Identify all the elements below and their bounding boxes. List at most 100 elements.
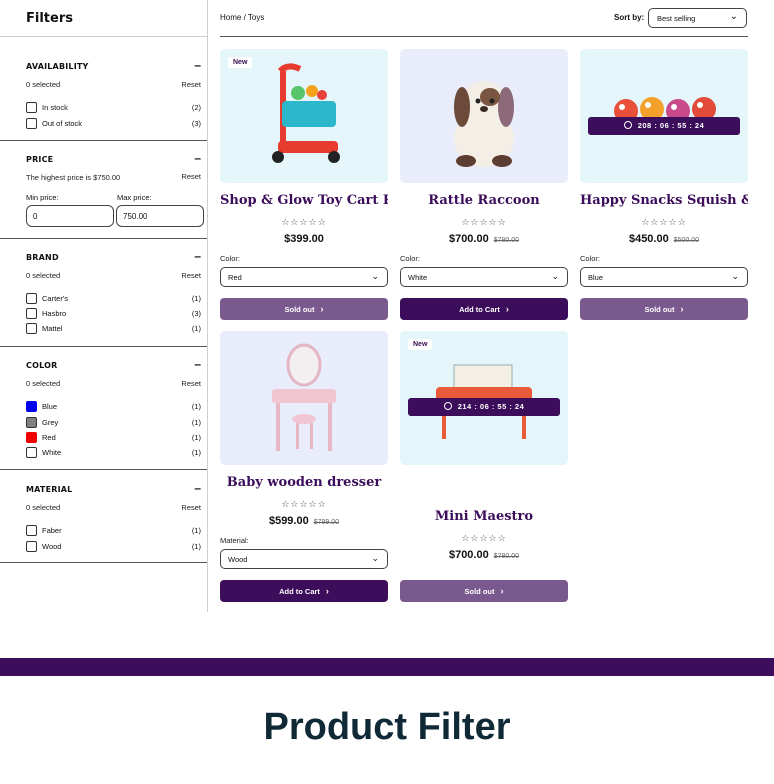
- collapse-material-icon[interactable]: –: [194, 482, 201, 494]
- new-badge: New: [408, 339, 433, 350]
- collapse-availability-icon[interactable]: –: [194, 59, 201, 71]
- clock-icon: [623, 121, 632, 129]
- product-image-wooden-dresser[interactable]: [220, 331, 388, 465]
- breadcrumb[interactable]: Home / Toys: [220, 13, 264, 22]
- availability-selected-count: 0 selected: [26, 80, 61, 89]
- button-label: Sold out: [284, 305, 315, 314]
- filters-sidebar: Filters AVAILABILITY – 0 selected Reset …: [0, 0, 208, 612]
- color-option-grey[interactable]: Grey (1): [26, 417, 201, 429]
- product-image-rattle-raccoon[interactable]: [400, 49, 568, 183]
- product-name[interactable]: Baby wooden dresser: [220, 475, 388, 490]
- divider: [0, 238, 207, 239]
- plush-dog-image: [454, 81, 514, 167]
- rating-stars: ☆☆☆☆☆: [281, 499, 327, 509]
- option-count: (3): [191, 119, 201, 128]
- color-reset-button[interactable]: Reset: [181, 379, 201, 388]
- brand-option-carters[interactable]: Carter's (1): [26, 293, 201, 305]
- material-option-faber[interactable]: Faber (1): [26, 525, 201, 537]
- color-option-red[interactable]: Red (1): [26, 432, 201, 444]
- countdown-timer: 208 : 06 : 55 : 24: [588, 117, 740, 135]
- product-name[interactable]: Shop & Glow Toy Cart Red: [220, 193, 388, 208]
- button-label: Sold out: [464, 587, 495, 596]
- product-image-mini-maestro[interactable]: New 214 : 06 : 55 : 24: [400, 331, 568, 465]
- add-to-cart-button[interactable]: Add to Cart ›: [400, 298, 568, 320]
- button-label: Add to Cart: [459, 305, 500, 314]
- option-count: (1): [191, 448, 201, 457]
- price-reset-button[interactable]: Reset: [181, 172, 201, 181]
- max-price-label: Max price:: [117, 193, 152, 202]
- variant-select[interactable]: Wood ⌄: [220, 549, 388, 569]
- variant-label: Color:: [220, 254, 241, 263]
- option-count: (3): [191, 309, 201, 318]
- footer-bar: [0, 658, 774, 676]
- product-name[interactable]: Rattle Raccoon: [400, 193, 568, 208]
- color-swatch[interactable]: [26, 401, 37, 412]
- sold-out-button[interactable]: Sold out ›: [400, 580, 568, 602]
- price-compare: $500.00: [673, 237, 700, 244]
- color-option-white[interactable]: White (1): [26, 447, 201, 459]
- availability-option-out-of-stock[interactable]: Out of stock (3): [26, 118, 201, 130]
- filter-material-title: MATERIAL: [26, 485, 73, 494]
- price-compare: $780.00: [493, 237, 520, 244]
- option-label: Blue: [42, 402, 58, 411]
- availability-option-in-stock[interactable]: In stock (2): [26, 102, 201, 114]
- option-label: Hasbro: [42, 309, 67, 318]
- collapse-color-icon[interactable]: –: [194, 358, 201, 370]
- checkbox[interactable]: [26, 525, 37, 536]
- chevron-down-icon: ⌄: [729, 11, 738, 22]
- button-label: Sold out: [644, 305, 675, 314]
- color-swatch[interactable]: [26, 447, 37, 458]
- product-price: $450.00 $500.00: [580, 233, 748, 245]
- brand-option-mattel[interactable]: Mattel (1): [26, 323, 201, 335]
- checkbox[interactable]: [26, 102, 37, 113]
- price-compare: $799.00: [313, 519, 340, 526]
- sold-out-button[interactable]: Sold out ›: [220, 298, 388, 320]
- collapse-brand-icon[interactable]: –: [194, 250, 201, 262]
- squish-toys-image: [614, 97, 716, 123]
- color-swatch[interactable]: [26, 432, 37, 443]
- rating-stars: ☆☆☆☆☆: [281, 217, 327, 227]
- option-label: Mattel: [42, 324, 63, 333]
- product-image-toy-cart[interactable]: New: [220, 49, 388, 183]
- min-price-label: Min price:: [26, 193, 59, 202]
- chevron-right-icon: ›: [500, 586, 504, 596]
- divider: [0, 469, 207, 470]
- chevron-right-icon: ›: [680, 304, 684, 314]
- chevron-right-icon: ›: [505, 304, 509, 314]
- color-swatch[interactable]: [26, 417, 37, 428]
- product-image-happy-snacks[interactable]: 208 : 06 : 55 : 24: [580, 49, 748, 183]
- option-label: Grey: [42, 418, 59, 427]
- brand-reset-button[interactable]: Reset: [181, 271, 201, 280]
- color-option-blue[interactable]: Blue (1): [26, 401, 201, 413]
- add-to-cart-button[interactable]: Add to Cart ›: [220, 580, 388, 602]
- product-name[interactable]: Happy Snacks Squish &...: [580, 193, 748, 208]
- price-highest-note: The highest price is $750.00: [26, 173, 121, 182]
- checkbox[interactable]: [26, 323, 37, 334]
- variant-select[interactable]: Red ⌄: [220, 267, 388, 287]
- availability-reset-button[interactable]: Reset: [181, 80, 201, 89]
- product-name[interactable]: Mini Maestro: [400, 509, 568, 524]
- collapse-price-icon[interactable]: –: [194, 152, 201, 164]
- brand-option-hasbro[interactable]: Hasbro (3): [26, 308, 201, 320]
- checkbox[interactable]: [26, 541, 37, 552]
- checkbox[interactable]: [26, 308, 37, 319]
- countdown-timer: 214 : 06 : 55 : 24: [408, 398, 560, 416]
- material-reset-button[interactable]: Reset: [181, 503, 201, 512]
- checkbox[interactable]: [26, 293, 37, 304]
- option-count: (1): [191, 402, 201, 411]
- variant-select[interactable]: White ⌄: [400, 267, 568, 287]
- checkbox[interactable]: [26, 118, 37, 129]
- chevron-down-icon: ⌄: [551, 271, 559, 281]
- price-current: $700.00: [448, 549, 489, 561]
- sort-label: Sort by:: [614, 13, 645, 22]
- option-label: In stock: [42, 103, 68, 112]
- min-price-input[interactable]: 0: [26, 205, 114, 227]
- variant-select[interactable]: Blue ⌄: [580, 267, 748, 287]
- footer-title: Product Filter: [263, 706, 511, 748]
- sort-select[interactable]: Best selling ⌄: [648, 8, 747, 28]
- sold-out-button[interactable]: Sold out ›: [580, 298, 748, 320]
- material-option-wood[interactable]: Wood (1): [26, 541, 201, 553]
- rating-stars: ☆☆☆☆☆: [641, 217, 687, 227]
- filter-price-title: PRICE: [26, 155, 54, 164]
- max-price-input[interactable]: 750.00: [116, 205, 204, 227]
